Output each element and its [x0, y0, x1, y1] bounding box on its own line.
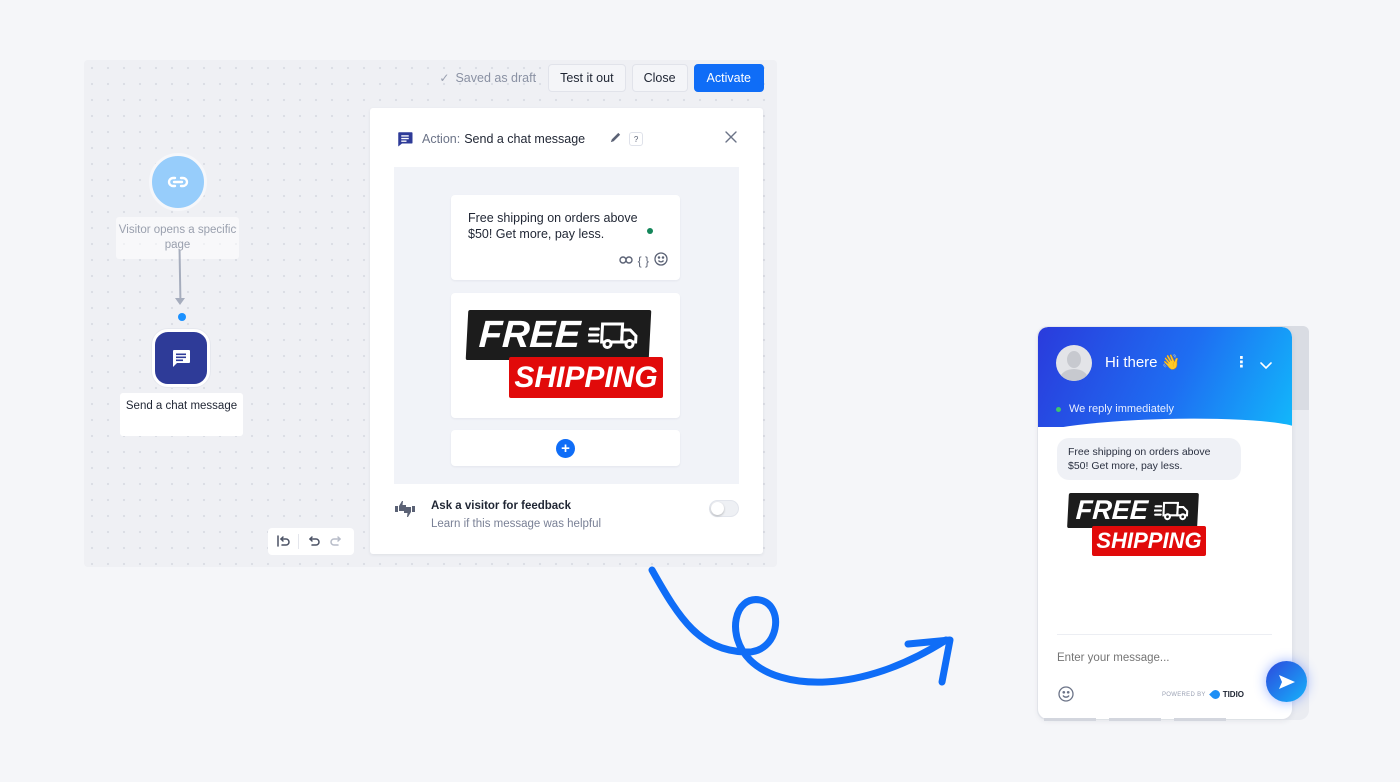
image-message-block[interactable]: FREE SHIPPING: [451, 293, 680, 418]
saved-status: ✓ Saved as draft: [439, 71, 536, 85]
trigger-node-label: Visitor opens a specific page: [116, 217, 239, 259]
chat-widget: Hi there 👋 ⋮ We reply immediately Free s…: [1038, 327, 1292, 719]
reset-icon[interactable]: [276, 534, 290, 550]
free-shipping-image: FREE SHIPPING: [465, 310, 667, 405]
message-tools: { }: [618, 252, 668, 269]
help-button[interactable]: ?: [629, 132, 644, 146]
send-icon: [1278, 674, 1295, 689]
test-it-out-button[interactable]: Test it out: [548, 64, 626, 92]
activate-button[interactable]: Activate: [693, 64, 764, 92]
powered-by-text: POWERED BY: [1162, 691, 1206, 698]
message-input[interactable]: [1057, 652, 1257, 664]
delivery-truck-icon: [1153, 501, 1189, 521]
widget-header: Hi there 👋 ⋮ We reply immediately: [1038, 327, 1292, 427]
thumbs-feedback-icon: [394, 501, 416, 522]
add-block-button[interactable]: +: [556, 438, 575, 458]
widget-status: We reply immediately: [1056, 403, 1174, 415]
feedback-title: Ask a visitor for feedback: [431, 500, 571, 512]
feedback-option: Ask a visitor for feedback Learn if this…: [394, 497, 739, 537]
emoji-icon[interactable]: [654, 252, 668, 269]
image-text-free: FREE: [477, 313, 582, 356]
image-text-free: FREE: [1075, 495, 1149, 525]
widget-status-text: We reply immediately: [1069, 403, 1174, 415]
undo-icon[interactable]: [307, 534, 321, 550]
message-text[interactable]: Free shipping on orders above $50! Get m…: [468, 210, 663, 242]
powered-by[interactable]: POWERED BY TIDIO: [1162, 688, 1245, 701]
close-panel-icon[interactable]: [725, 130, 737, 148]
more-options-icon[interactable]: ⋮: [1234, 355, 1249, 370]
image-text-shipping: SHIPPING: [509, 357, 663, 398]
history-toolbar: [268, 528, 354, 555]
edit-pencil-icon[interactable]: [609, 131, 622, 147]
message-blocks-area: Free shipping on orders above $50! Get m…: [394, 167, 739, 484]
flow-editor-canvas[interactable]: ✓ Saved as draft Test it out Close Activ…: [84, 60, 777, 567]
action-panel: Action: Send a chat message ? Free shipp…: [370, 108, 763, 554]
connector-handle[interactable]: [178, 313, 186, 321]
widget-title: Hi there 👋: [1105, 353, 1180, 371]
action-prefix: Action:: [422, 132, 461, 146]
link-icon: [167, 176, 189, 188]
image-text-shipping: SHIPPING: [1092, 526, 1206, 556]
chevron-down-icon[interactable]: [1260, 357, 1272, 375]
chat-message-icon: [173, 350, 190, 367]
widget-title-text: Hi there: [1105, 354, 1158, 371]
wave-emoji-icon: 👋: [1161, 354, 1181, 371]
tidio-brand: TIDIO: [1208, 688, 1245, 701]
feedback-toggle[interactable]: [709, 500, 739, 517]
text-message-block[interactable]: Free shipping on orders above $50! Get m…: [451, 195, 680, 280]
add-block-row[interactable]: +: [451, 430, 680, 466]
tidio-logo-icon: [1208, 688, 1222, 701]
trigger-node[interactable]: [149, 153, 207, 211]
chat-message-icon: [398, 132, 413, 147]
feedback-subtitle: Learn if this message was helpful: [431, 518, 602, 530]
online-dot: [1056, 406, 1061, 412]
connector-arrowhead: [175, 298, 185, 305]
input-divider: [1057, 634, 1272, 635]
toggle-knob: [711, 502, 724, 515]
tidio-brand-text: TIDIO: [1222, 690, 1245, 699]
action-node[interactable]: [152, 329, 210, 387]
action-node-label: Send a chat message: [120, 393, 243, 436]
delivery-truck-icon: [587, 322, 638, 349]
curly-arrow-decoration: [648, 566, 954, 686]
editor-topbar: ✓ Saved as draft Test it out Close Activ…: [439, 64, 764, 92]
history-separator: [298, 534, 299, 549]
widget-bottom-strip: [1044, 718, 1294, 721]
variable-icon[interactable]: { }: [638, 254, 649, 268]
emoji-icon[interactable]: [1058, 686, 1074, 707]
panel-header: Action: Send a chat message ?: [396, 130, 737, 148]
redo-icon[interactable]: [329, 534, 343, 550]
check-icon: ✓: [439, 71, 450, 85]
saved-status-text: Saved as draft: [455, 71, 537, 85]
action-name: Send a chat message: [464, 132, 586, 146]
link-icon[interactable]: [618, 254, 633, 268]
free-shipping-image: FREE SHIPPING: [1067, 493, 1208, 559]
chat-bubble: Free shipping on orders above $50! Get m…: [1057, 438, 1241, 480]
close-button[interactable]: Close: [631, 64, 688, 92]
send-button[interactable]: [1266, 661, 1307, 702]
status-dot: [647, 228, 653, 234]
avatar: [1056, 345, 1092, 381]
